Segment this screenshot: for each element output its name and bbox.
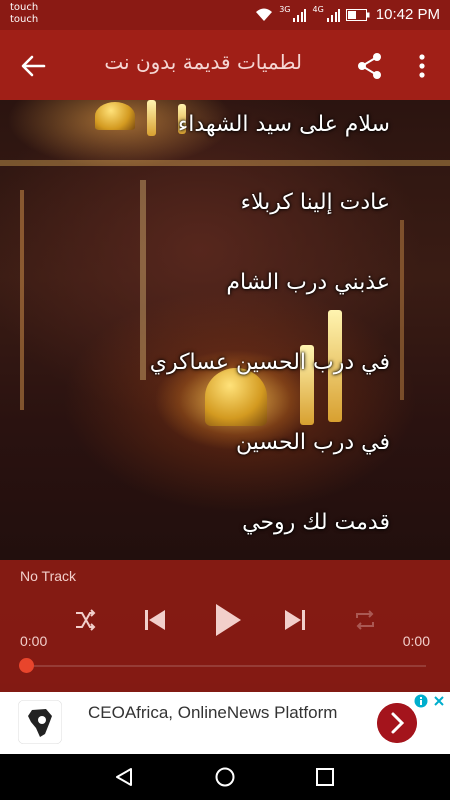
- nav-back-icon[interactable]: [113, 766, 135, 788]
- skip-next-icon[interactable]: [282, 607, 308, 633]
- seek-bar[interactable]: [26, 665, 426, 667]
- notification-label: touch: [10, 2, 39, 13]
- list-item[interactable]: سلام على سيد الشهداء: [178, 112, 390, 137]
- ad-banner[interactable]: CEOAfrica, OnlineNews Platform: [0, 692, 450, 754]
- repeat-icon[interactable]: [352, 607, 378, 633]
- media-player: No Track 0:00 0:00: [0, 560, 450, 692]
- list-item[interactable]: في درب الحسين: [236, 430, 390, 455]
- share-icon[interactable]: [356, 52, 384, 80]
- ad-text[interactable]: CEOAfrica, OnlineNews Platform: [88, 700, 368, 725]
- notification-label: touch: [10, 14, 39, 25]
- battery-icon: [345, 8, 370, 21]
- app-bar: لطميات قديمة بدون نت: [0, 30, 450, 100]
- signal-icon: [326, 8, 340, 22]
- shuffle-icon[interactable]: [73, 608, 97, 632]
- status-icons: 3G 4G 10:42 PM: [255, 5, 440, 23]
- list-item[interactable]: عذبني درب الشام: [226, 270, 390, 295]
- navigation-bar: [0, 754, 450, 800]
- play-icon[interactable]: [213, 602, 243, 638]
- nav-home-icon[interactable]: [214, 766, 236, 788]
- network-type-label: 4G: [312, 5, 324, 14]
- ad-info-icon[interactable]: [414, 694, 428, 708]
- seek-thumb[interactable]: [19, 658, 34, 673]
- duration-time: 0:00: [402, 633, 430, 649]
- ad-arrow-button[interactable]: [377, 703, 417, 743]
- africa-logo-icon: [18, 700, 62, 744]
- list-item[interactable]: في درب الحسين عساكري: [150, 350, 390, 375]
- network-type-label: 3G: [279, 5, 291, 14]
- notification-area: touch touch: [10, 2, 38, 26]
- ad-close-icon[interactable]: [432, 694, 446, 708]
- now-playing-label: No Track: [20, 568, 77, 584]
- back-arrow-icon[interactable]: [18, 51, 48, 81]
- signal-icon: [293, 8, 307, 22]
- skip-previous-icon[interactable]: [142, 607, 168, 633]
- wifi-icon: [256, 8, 273, 21]
- status-bar: touch touch 3G 4G 10:42 PM: [0, 0, 450, 30]
- elapsed-time: 0:00: [20, 633, 48, 649]
- clock: 10:42 PM: [375, 6, 440, 23]
- nav-recents-icon[interactable]: [314, 766, 336, 788]
- list-item[interactable]: قدمت لك روحي: [242, 510, 390, 535]
- page-title: لطميات قديمة بدون نت: [104, 50, 302, 74]
- track-list: سلام على سيد الشهداء عادت إلينا كربلاء ع…: [0, 100, 450, 560]
- more-vert-icon[interactable]: [410, 52, 434, 80]
- list-item[interactable]: عادت إلينا كربلاء: [241, 190, 390, 215]
